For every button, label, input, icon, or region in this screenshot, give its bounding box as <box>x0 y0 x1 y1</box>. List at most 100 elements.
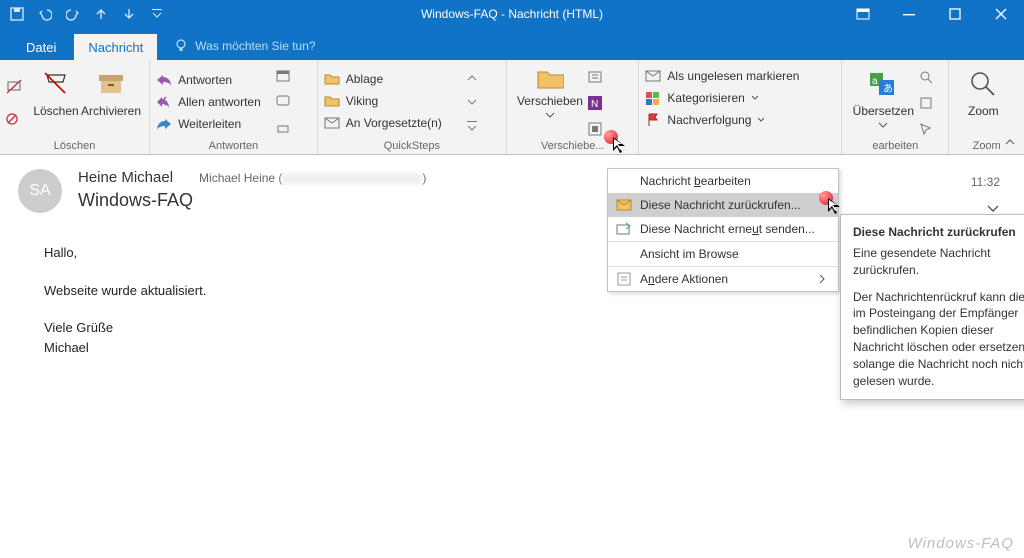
reply-label: Antworten <box>178 73 232 87</box>
uebersetzen-label: Übersetzen <box>853 104 914 118</box>
dd-view-browser-label: Ansicht im Browse <box>640 247 739 261</box>
flag-icon <box>645 112 661 128</box>
prev-item-icon[interactable] <box>94 7 108 21</box>
dd-other-actions[interactable]: Andere Aktionen <box>608 266 838 291</box>
actions-icon[interactable] <box>587 121 603 137</box>
zoom-button[interactable]: Zoom <box>955 64 1011 138</box>
dd-resend-message[interactable]: Diese Nachricht erneut senden... <box>608 217 838 241</box>
recipient-suffix: ) <box>422 171 426 185</box>
tab-nachricht[interactable]: Nachricht <box>74 34 157 60</box>
reply-all-icon <box>156 94 172 110</box>
qs-anvg[interactable]: An Vorgesetzte(n) <box>324 115 454 131</box>
redo-icon[interactable] <box>66 7 80 21</box>
group-kategorien: Als ungelesen markieren Kategorisieren N… <box>639 60 842 154</box>
group-label-bearbeiten: earbeiten <box>842 140 948 152</box>
window-title: Windows-FAQ - Nachricht (HTML) <box>421 7 603 21</box>
group-loeschen: Löschen Archivieren Löschen <box>0 60 150 154</box>
verschieben-button[interactable]: Verschieben <box>513 64 587 138</box>
group-bearbeiten: aあ Übersetzen earbeiten <box>842 60 949 154</box>
meeting-icon[interactable] <box>276 68 292 84</box>
tab-datei[interactable]: Datei <box>12 34 70 60</box>
dd-view-browser[interactable]: Ansicht im Browse <box>608 241 838 266</box>
svg-text:a: a <box>872 76 878 87</box>
close-icon[interactable] <box>978 0 1024 28</box>
loeschen-button[interactable]: Löschen <box>32 64 80 138</box>
categorize-icon <box>645 90 661 106</box>
qs-ablage[interactable]: Ablage <box>324 71 454 87</box>
app-window: Windows-FAQ - Nachricht (HTML) Datei Nac… <box>0 0 1024 558</box>
group-antworten: Antworten Allen antworten Weiterleiten <box>150 60 318 154</box>
junk-icon[interactable] <box>6 113 22 129</box>
tellme-label: Was möchten Sie tun? <box>195 39 315 53</box>
recall-icon <box>616 197 632 213</box>
translate-icon: aあ <box>867 68 899 100</box>
followup-label: Nachverfolgung <box>667 113 751 127</box>
ignore-icon[interactable] <box>6 79 22 95</box>
minimize-icon[interactable] <box>886 0 932 28</box>
move-folder-icon <box>536 68 564 90</box>
avatar: SA <box>18 169 62 213</box>
dd-recall-message[interactable]: Diese Nachricht zurückrufen... <box>608 193 838 217</box>
tellme[interactable]: Was möchten Sie tun? <box>161 32 327 60</box>
other-actions-icon <box>616 271 632 287</box>
tooltip-p2: Der Nachrichtenrückruf kann die im Poste… <box>853 289 1024 390</box>
group-label-loeschen: Löschen <box>0 140 149 152</box>
qs-ablage-label: Ablage <box>346 72 383 86</box>
uebersetzen-button[interactable]: aあ Übersetzen <box>848 64 918 138</box>
actions-dropdown: Nachricht bearbeiten Diese Nachricht zur… <box>607 168 839 292</box>
chevron-down-icon <box>545 112 555 118</box>
mail-icon <box>324 115 340 131</box>
collapse-ribbon-icon[interactable] <box>1002 134 1018 150</box>
followup-button[interactable]: Nachverfolgung <box>645 112 831 128</box>
zoom-icon <box>967 68 999 100</box>
annotation-dot <box>604 130 618 144</box>
chevron-down-icon <box>751 95 759 101</box>
scroll-down-icon[interactable] <box>464 94 480 110</box>
allen-antworten-button[interactable]: Allen antworten <box>156 94 266 110</box>
group-label-antworten: Antworten <box>150 140 317 152</box>
scroll-up-icon[interactable] <box>464 70 480 86</box>
rules-icon[interactable] <box>587 69 603 85</box>
ribbon-tab-bar: Datei Nachricht Was möchten Sie tun? <box>0 28 1024 60</box>
more-respond-icon[interactable] <box>276 120 292 136</box>
weiterleiten-button[interactable]: Weiterleiten <box>156 116 266 132</box>
folder-icon <box>324 71 340 87</box>
message-header: SA Heine Michael Michael Heine () Window… <box>0 155 1024 219</box>
loeschen-label: Löschen <box>33 104 78 118</box>
resend-icon <box>616 221 632 237</box>
undo-icon[interactable] <box>38 7 52 21</box>
find-icon[interactable] <box>918 69 934 85</box>
dd-recall-label: Diese Nachricht zurückrufen... <box>640 198 801 212</box>
categorize-button[interactable]: Kategorisieren <box>645 90 831 106</box>
categorize-label: Kategorisieren <box>667 91 744 105</box>
delete-icon <box>40 68 72 100</box>
message-recipient: Michael Heine () <box>199 171 426 185</box>
markunread-button[interactable]: Als ungelesen markieren <box>645 68 831 84</box>
qat-more-icon[interactable] <box>150 7 164 21</box>
ribbon-collapse-icon[interactable] <box>840 0 886 28</box>
antworten-button[interactable]: Antworten <box>156 72 266 88</box>
chevron-right-icon <box>814 271 830 287</box>
expand-icon[interactable] <box>464 118 480 134</box>
message-time: 11:32 <box>971 175 1000 189</box>
qs-viking-label: Viking <box>346 94 378 108</box>
qs-viking[interactable]: Viking <box>324 93 454 109</box>
annotation-dot <box>819 191 833 205</box>
zoom-label: Zoom <box>968 104 999 118</box>
save-icon[interactable] <box>10 7 24 21</box>
next-item-icon[interactable] <box>122 7 136 21</box>
archivieren-button[interactable]: Archivieren <box>80 64 142 138</box>
reply-all-label: Allen antworten <box>178 95 261 109</box>
group-verschieben: Verschieben N Verschiebe... <box>507 60 639 154</box>
maximize-icon[interactable] <box>932 0 978 28</box>
onenote-icon[interactable]: N <box>587 95 603 111</box>
im-icon[interactable] <box>276 94 292 110</box>
forward-icon <box>156 116 172 132</box>
recipient-blur <box>282 174 422 184</box>
markunread-label: Als ungelesen markieren <box>667 69 799 83</box>
watermark: Windows-FAQ <box>908 535 1014 552</box>
select-icon[interactable] <box>918 121 934 137</box>
related-icon[interactable] <box>918 95 934 111</box>
ribbon: Löschen Archivieren Löschen Antworten <box>0 60 1024 155</box>
dd-edit-message[interactable]: Nachricht bearbeiten <box>608 169 838 193</box>
